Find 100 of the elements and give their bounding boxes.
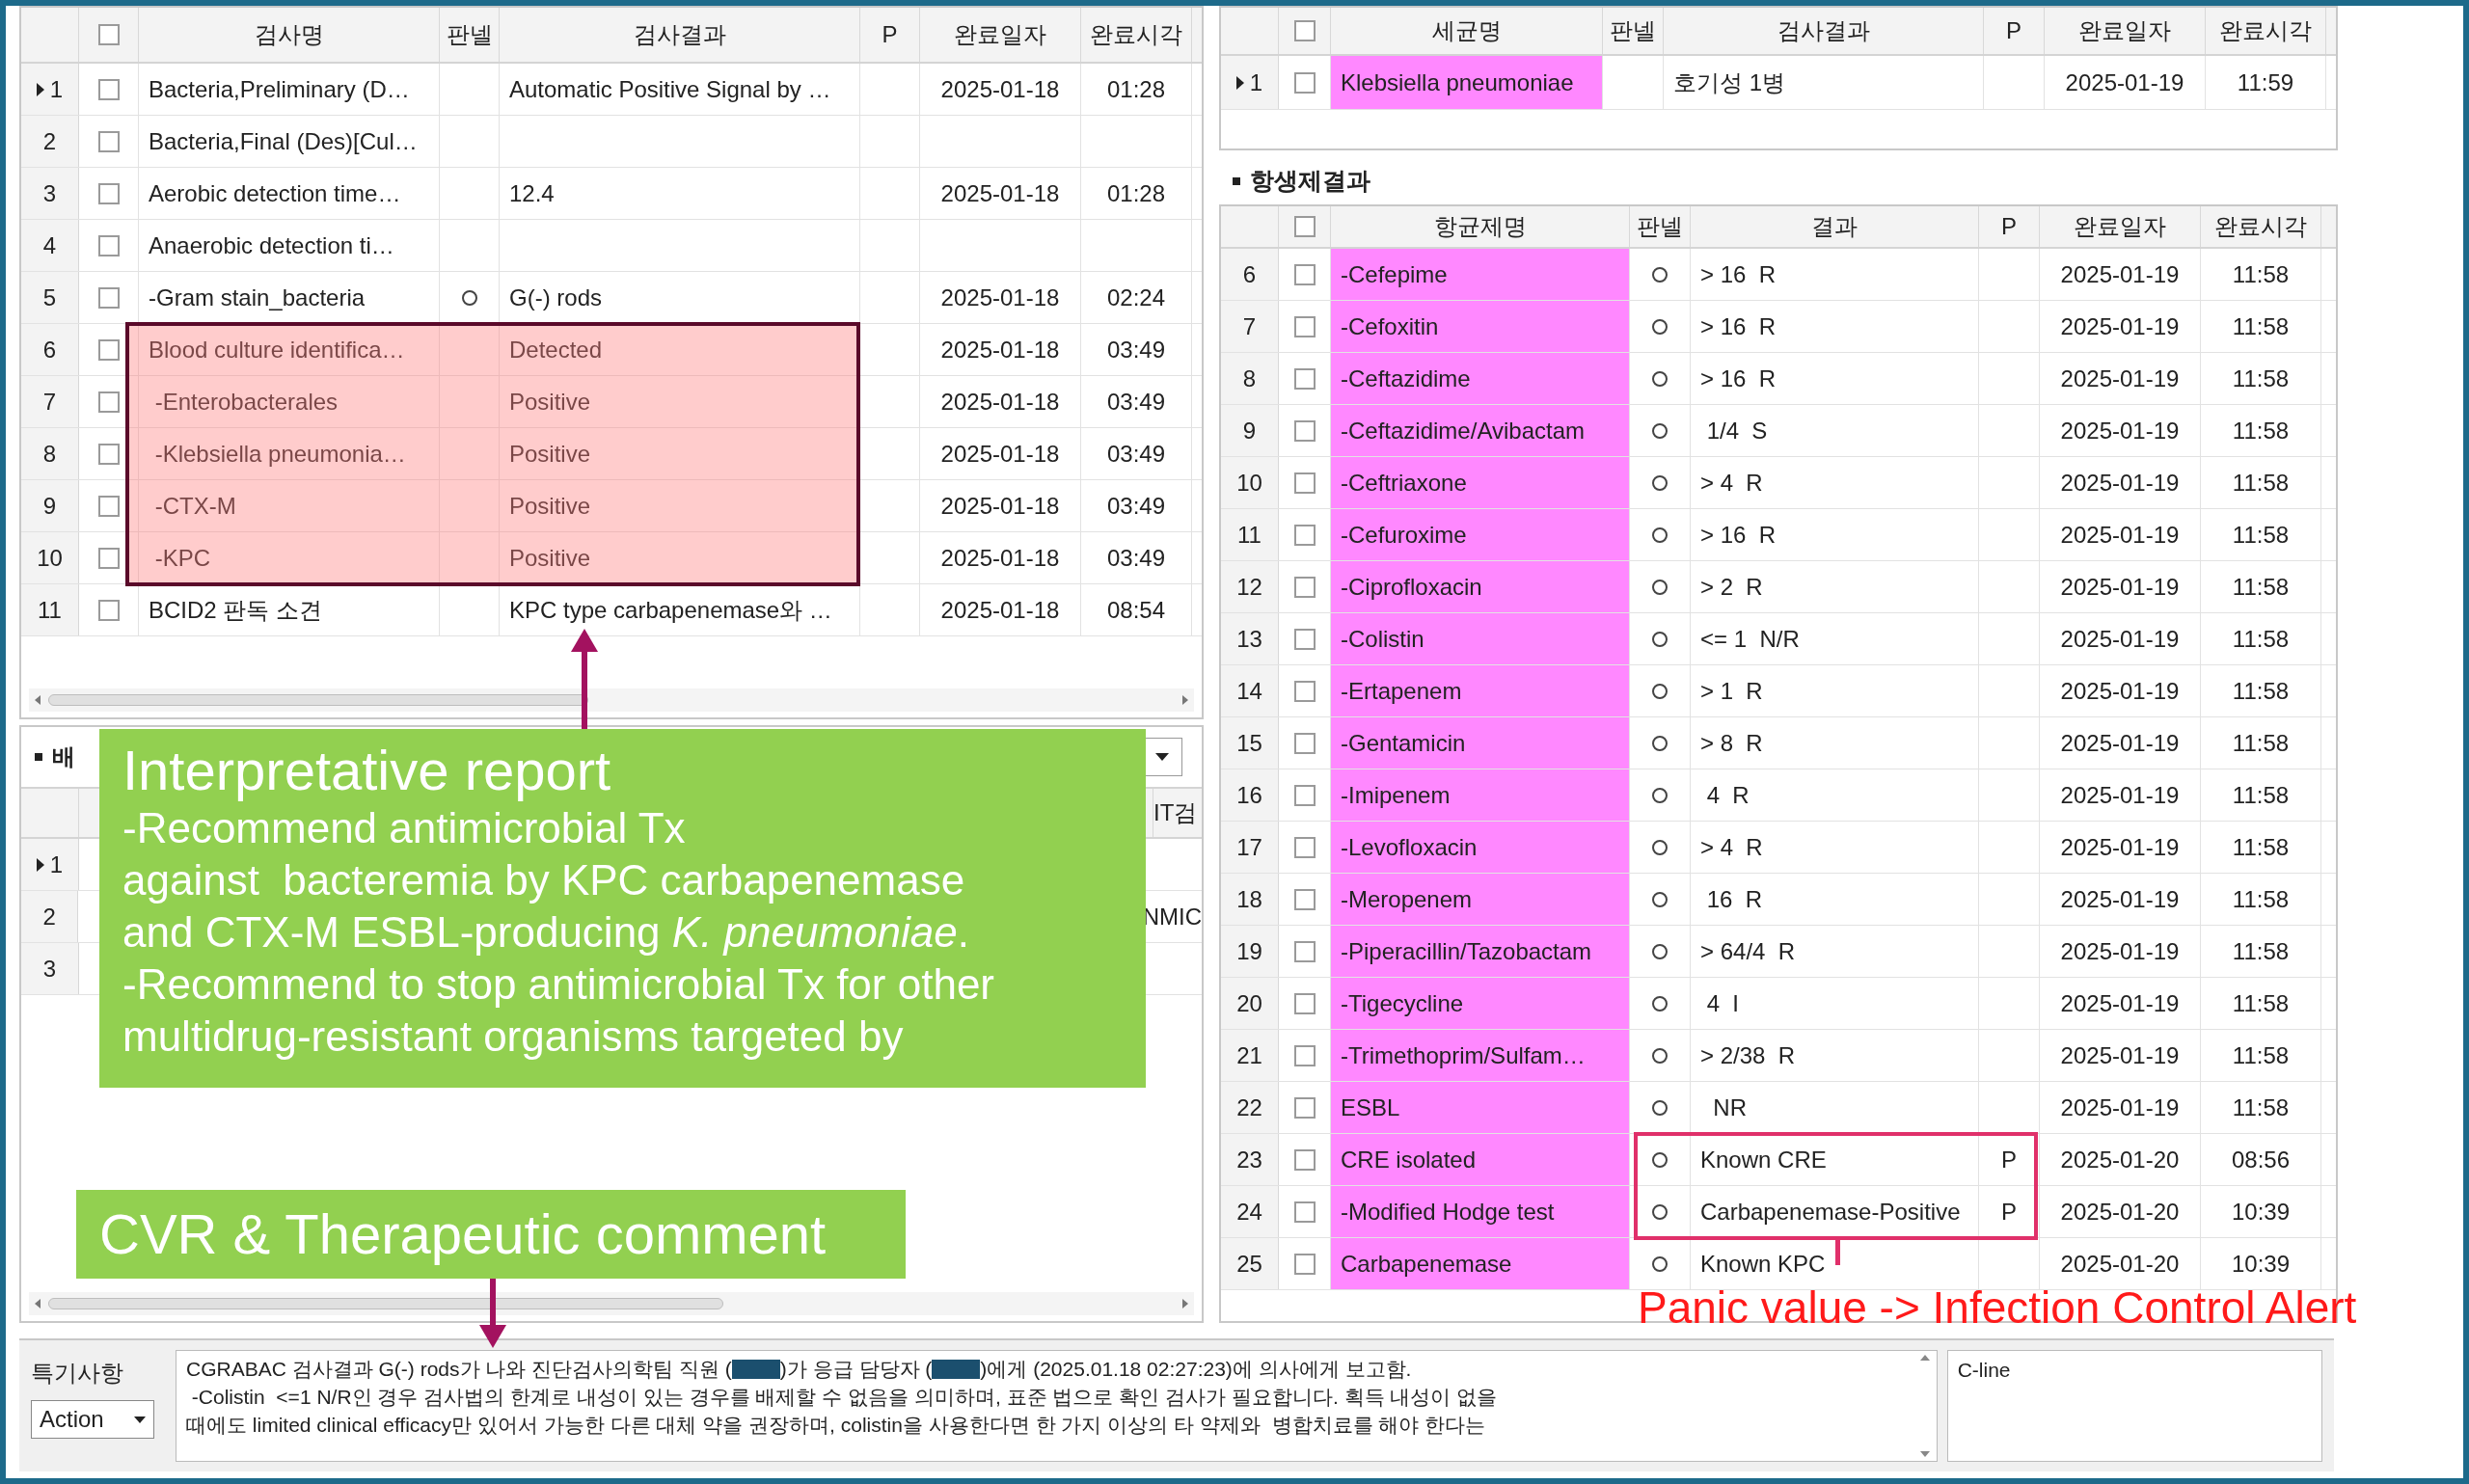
column-header[interactable]: 결과 <box>1691 206 1979 247</box>
column-header[interactable]: 판넬 <box>440 8 500 62</box>
checkbox[interactable] <box>1293 940 1316 962</box>
column-header[interactable]: 완료일자 <box>2045 8 2206 54</box>
row-number: 2 <box>42 126 57 156</box>
checkbox[interactable] <box>1293 992 1316 1014</box>
checkbox[interactable] <box>97 182 120 204</box>
checkbox[interactable] <box>97 443 120 465</box>
checkbox[interactable] <box>1293 71 1316 94</box>
checkbox[interactable] <box>1293 1148 1316 1171</box>
checkbox[interactable] <box>97 234 120 256</box>
checkbox[interactable] <box>1293 888 1316 910</box>
table-cell: 2025-01-19 <box>2040 1082 2201 1133</box>
table-cell: 2025-01-19 <box>2040 665 2201 716</box>
column-header[interactable]: P <box>860 8 920 62</box>
checkbox[interactable] <box>1293 472 1316 494</box>
row-number: 1 <box>1249 67 1263 97</box>
remark-text: -Colistin <=1 N/R인 경우 검사법의 한계로 내성이 있는 경우를 배제할 수 없음을 의미하며, 표준 법으로 확인 검사가 필요합니다. 획득 내성이 없을 <box>190 1385 1498 1410</box>
checkbox[interactable] <box>1293 1201 1316 1223</box>
checkbox[interactable] <box>97 78 120 100</box>
row-number: 20 <box>1236 988 1262 1018</box>
checkbox[interactable] <box>1293 419 1316 442</box>
arrow <box>479 1279 506 1348</box>
column-header[interactable]: 완료일자 <box>920 8 1081 62</box>
checkbox[interactable] <box>1293 680 1316 702</box>
table-cell: Detected <box>500 324 860 375</box>
table-cell: Bacteria,Final (Des)[Cul… <box>139 116 440 167</box>
checkbox[interactable] <box>97 24 120 45</box>
table-cell: 2025-01-18 <box>920 64 1081 115</box>
callout-text: and CTX-M ESBL-producing K. pneumoniae. <box>122 907 971 958</box>
checkbox[interactable] <box>1293 1044 1316 1066</box>
row-number: 17 <box>1236 832 1262 862</box>
checkbox[interactable] <box>1293 315 1316 337</box>
remark-text: CGRABAC 검사결과 G(-) rods가 나와 진단검사의학팀 직원 ( <box>186 1357 732 1382</box>
table-cell: -Ciprofloxacin <box>1331 561 1630 612</box>
checkbox[interactable] <box>1293 263 1316 285</box>
column-header[interactable]: 완료시각 <box>2206 8 2326 54</box>
table-cell: 11:58 <box>2201 301 2321 352</box>
row-number: 9 <box>42 491 57 521</box>
action-dropdown[interactable]: Action <box>31 1400 154 1439</box>
table-cell: 4 R <box>1691 769 1979 821</box>
row-number: 1 <box>49 74 64 104</box>
row-number: 12 <box>1236 572 1262 602</box>
table-cell: 11:58 <box>2201 561 2321 612</box>
table-cell: 11:58 <box>2201 509 2321 560</box>
row-number: 2 <box>42 902 56 931</box>
row-number: 16 <box>1236 780 1262 810</box>
table-cell: 2025-01-19 <box>2045 56 2206 109</box>
remarks-field[interactable] <box>176 1350 1938 1462</box>
checkbox[interactable] <box>97 391 120 413</box>
table-cell: -Cefepime <box>1331 249 1630 300</box>
checkbox[interactable] <box>1293 216 1316 237</box>
column-header[interactable]: P <box>1979 206 2040 247</box>
checkbox[interactable] <box>1293 732 1316 754</box>
checkbox[interactable] <box>1293 576 1316 598</box>
table-cell: 2025-01-18 <box>920 480 1081 531</box>
table-cell: 2025-01-18 <box>920 376 1081 427</box>
checkbox[interactable] <box>1293 20 1316 41</box>
column-header[interactable]: 완료시각 <box>2201 206 2321 247</box>
table-cell: > 8 R <box>1691 717 1979 769</box>
checkbox[interactable] <box>1293 784 1316 806</box>
row-number: 18 <box>1236 884 1262 914</box>
column-header[interactable]: 판넬 <box>1603 8 1664 54</box>
text-field[interactable]: C-line <box>1946 1350 2322 1462</box>
checkbox[interactable] <box>1293 628 1316 650</box>
checkbox[interactable] <box>97 599 120 621</box>
table-cell: > 1 R <box>1691 665 1979 716</box>
checkbox[interactable] <box>1293 367 1316 390</box>
column-header[interactable]: P <box>1984 8 2045 54</box>
column-header[interactable]: 완료일자 <box>2040 206 2201 247</box>
column-header[interactable]: 검사결과 <box>500 8 860 62</box>
column-header[interactable]: IT검 <box>1153 789 1202 837</box>
table-cell: ESBL <box>1331 1082 1630 1133</box>
checkbox[interactable] <box>1293 524 1316 546</box>
column-header[interactable]: 검사명 <box>139 8 440 62</box>
column-header[interactable]: 판넬 <box>1630 206 1691 247</box>
checkbox[interactable] <box>97 495 120 517</box>
checkbox[interactable] <box>97 547 120 569</box>
checkbox[interactable] <box>97 338 120 361</box>
checkbox[interactable] <box>1293 1096 1316 1119</box>
table-cell: Carbapenemase <box>1331 1238 1630 1289</box>
table-cell: 2025-01-18 <box>920 168 1081 219</box>
checkbox[interactable] <box>97 130 120 152</box>
table-cell: 03:49 <box>1081 376 1192 427</box>
table-cell: -Cefuroxime <box>1331 509 1630 560</box>
column-header[interactable]: 완료시각 <box>1081 8 1192 62</box>
table-cell: -Enterobacterales <box>139 376 440 427</box>
table-cell: Automatic Positive Signal by … <box>500 64 860 115</box>
callout-text: multidrug-resistant organisms targeted by <box>122 1012 905 1062</box>
checkbox[interactable] <box>1293 1253 1316 1275</box>
checkbox[interactable] <box>1293 836 1316 858</box>
column-header[interactable]: 항균제명 <box>1331 206 1630 247</box>
table-cell: NR <box>1691 1082 1979 1133</box>
row-number: 4 <box>42 230 57 260</box>
checkbox[interactable] <box>97 286 120 309</box>
column-header[interactable]: 검사결과 <box>1664 8 1984 54</box>
table-cell: 11:58 <box>2201 874 2321 925</box>
redaction-mark <box>731 1359 780 1379</box>
column-header[interactable]: 세균명 <box>1331 8 1603 54</box>
table-cell: 08:56 <box>2201 1134 2321 1185</box>
